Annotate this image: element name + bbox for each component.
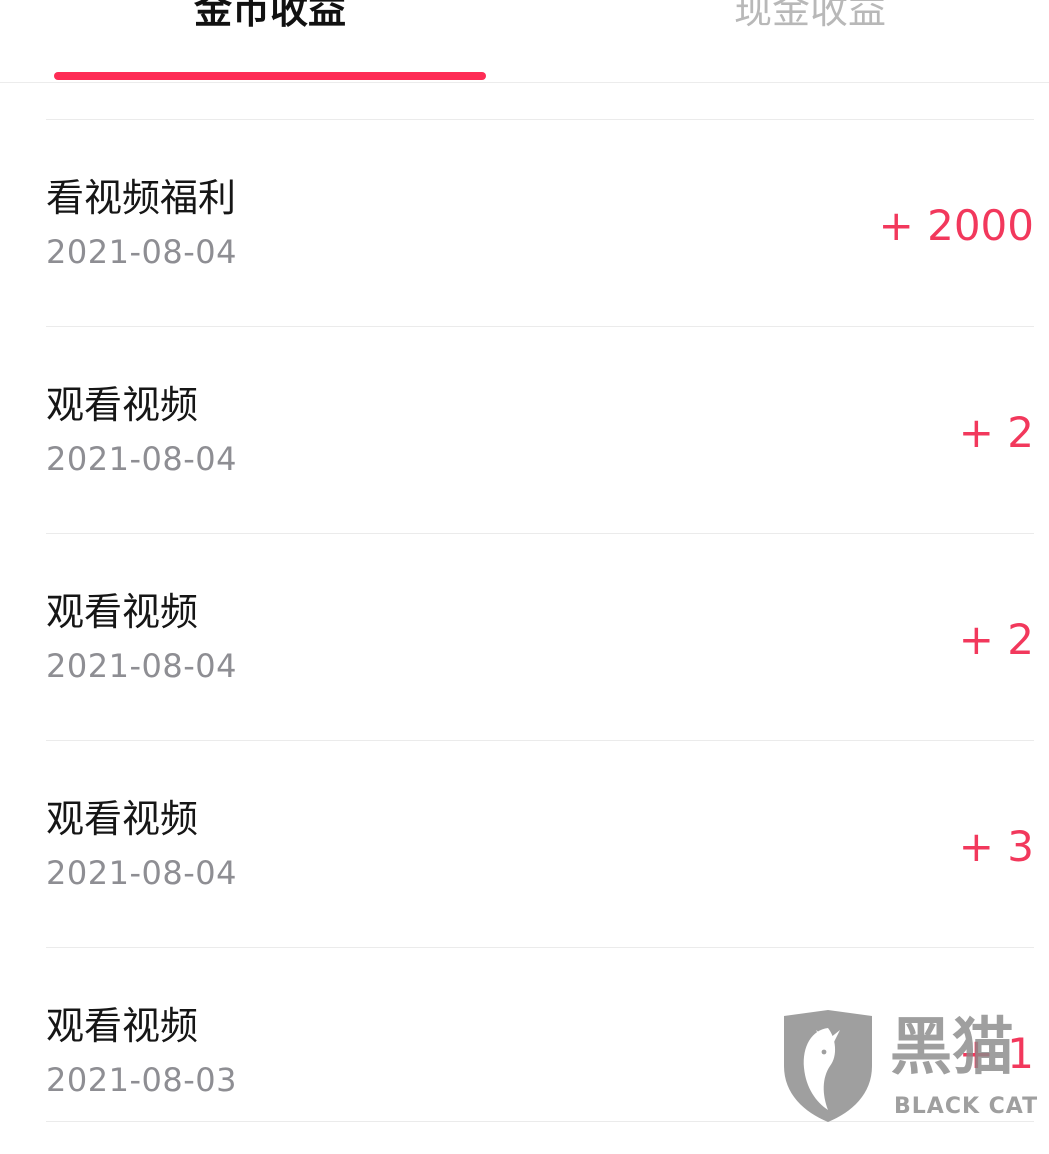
record-amount: + 2000 [878, 201, 1034, 250]
record-date: 2021-08-04 [46, 440, 237, 478]
record-title: 观看视频 [46, 797, 199, 841]
list-item[interactable]: 观看视频 2021-08-04 + 2 [46, 326, 1034, 533]
income-record-list: 看视频福利 2021-08-04 + 2000 观看视频 2021-08-04 … [46, 119, 1034, 1154]
black-cat-shield-icon [784, 1010, 872, 1122]
record-amount: + 2 [958, 615, 1034, 664]
active-tab-indicator [54, 72, 486, 80]
watermark-text: 黑猫 [890, 1010, 1015, 1083]
list-item[interactable]: 观看视频 2021-08-04 + 2 [46, 533, 1034, 740]
record-date: 2021-08-04 [46, 233, 237, 271]
tab-coin-income[interactable]: 金币收益 [54, 0, 486, 40]
record-date: 2021-08-03 [46, 1061, 237, 1099]
list-item[interactable]: 观看视频 2021-08-04 + 3 [46, 740, 1034, 947]
record-date: 2021-08-04 [46, 647, 237, 685]
record-amount: + 2 [958, 408, 1034, 457]
record-title: 观看视频 [46, 1004, 199, 1048]
tab-bar: 金币收益 现金收益 [0, 0, 1049, 83]
record-title: 观看视频 [46, 383, 199, 427]
black-cat-watermark: 黑猫 BLACK CAT [778, 1008, 1046, 1124]
record-title: 看视频福利 [46, 176, 237, 220]
watermark-subtext: BLACK CAT [894, 1094, 1039, 1119]
record-date: 2021-08-04 [46, 854, 237, 892]
record-amount: + 3 [958, 822, 1034, 871]
tab-cash-income[interactable]: 现金收益 [594, 0, 1026, 40]
list-item[interactable]: 看视频福利 2021-08-04 + 2000 [46, 119, 1034, 326]
record-title: 观看视频 [46, 590, 199, 634]
